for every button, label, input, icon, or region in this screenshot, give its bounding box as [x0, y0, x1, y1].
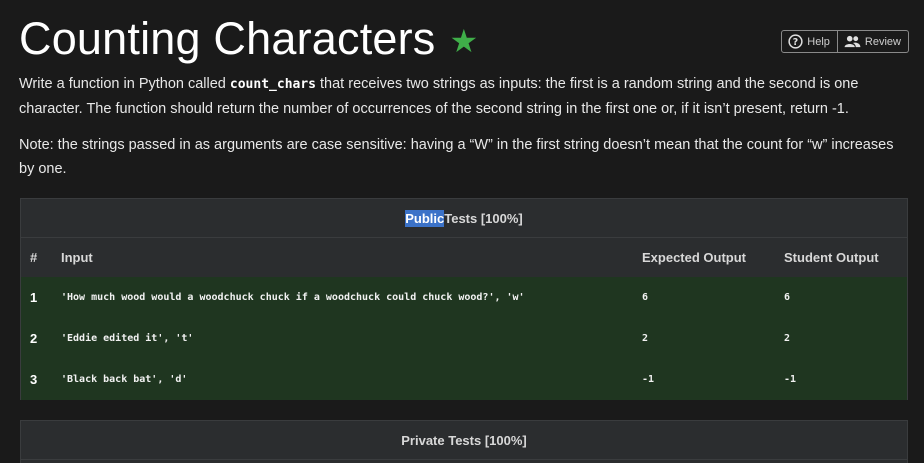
row-number: 3 — [30, 372, 38, 387]
public-tests-header: Public Tests [100%] — [21, 199, 907, 238]
help-icon: ? — [788, 34, 803, 49]
users-icon — [844, 35, 861, 48]
row-expected: -1 — [642, 374, 655, 385]
page: Counting Characters ★ ? Help Review Writ… — [0, 0, 924, 463]
public-tests-title: Tests [100%] — [444, 210, 523, 226]
row-input: 'Eddie edited it', 't' — [61, 333, 194, 344]
table-header-row: # Input Expected Output Student Output — [21, 238, 907, 277]
function-name-code: count_chars — [229, 77, 316, 92]
description-text: Write a function in Python called — [19, 76, 230, 92]
col-header-input: Input — [61, 250, 93, 265]
problem-description: Write a function in Python called count_… — [19, 72, 909, 193]
review-button[interactable]: Review — [837, 30, 909, 53]
public-tests-panel: Public Tests [100%] # Input Expected Out… — [20, 198, 908, 400]
row-input: 'Black back bat', 'd' — [61, 374, 188, 385]
row-number: 1 — [30, 290, 38, 305]
title-row: Counting Characters ★ — [19, 10, 478, 68]
selected-text-highlight: Public — [405, 209, 445, 227]
row-number: 2 — [30, 331, 38, 346]
description-paragraph-2: Note: the strings passed in as arguments… — [19, 137, 894, 177]
row-expected: 2 — [642, 333, 649, 344]
table-row: 1 'How much wood would a woodchuck chuck… — [21, 277, 907, 318]
row-student: -1 — [784, 374, 797, 385]
page-title: Counting Characters — [19, 13, 436, 64]
row-student: 2 — [784, 333, 791, 344]
top-buttons: ? Help Review — [781, 30, 909, 53]
review-label: Review — [864, 35, 901, 48]
table-row: 2 'Eddie edited it', 't' 2 2 — [21, 318, 907, 359]
help-label: Help — [807, 35, 830, 48]
row-student: 6 — [784, 292, 791, 303]
table-row: 3 'Black back bat', 'd' -1 -1 — [21, 359, 907, 400]
col-header-student: Student Output — [784, 250, 879, 265]
private-tests-header: Private Tests [100%] — [21, 421, 907, 460]
svg-text:?: ? — [793, 37, 798, 48]
private-tests-panel: Private Tests [100%] — [20, 420, 908, 463]
row-input: 'How much wood would a woodchuck chuck i… — [61, 292, 525, 303]
row-expected: 6 — [642, 292, 649, 303]
description-paragraph-1: Write a function in Python called count_… — [19, 72, 909, 121]
star-icon: ★ — [449, 23, 479, 59]
col-header-expected: Expected Output — [642, 250, 747, 265]
help-button[interactable]: ? Help — [781, 30, 838, 53]
col-header-number: # — [30, 250, 38, 265]
